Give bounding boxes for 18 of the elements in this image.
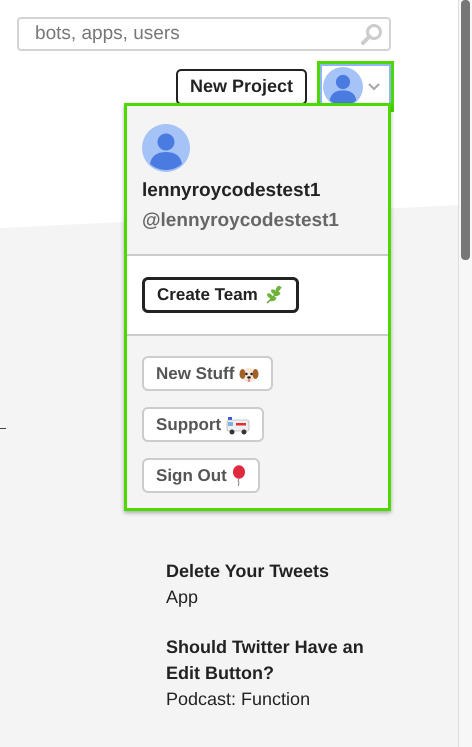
user-handle: @lennyroycodestest1 — [142, 210, 340, 232]
new-project-button[interactable]: New Project — [176, 68, 308, 104]
menu-link[interactable]: Sign Out — [142, 458, 260, 493]
menu-link[interactable]: Support — [142, 407, 264, 442]
menu-link[interactable]: New Stuff — [142, 356, 274, 391]
user-name: lennyroycodestest1 — [142, 180, 322, 202]
ambulance-icon — [226, 414, 250, 434]
avatar-icon — [142, 124, 190, 172]
item-type: Podcast: Function — [166, 688, 312, 711]
scrollbar-thumb[interactable] — [461, 0, 470, 260]
search-icon — [361, 23, 383, 45]
create-team-button[interactable]: Create Team — [142, 277, 299, 313]
search-field[interactable]: bots, apps, users — [17, 17, 391, 51]
balloon-icon — [232, 464, 246, 486]
item-title[interactable]: Delete Your Tweets — [166, 558, 381, 584]
item-title[interactable]: Should Twitter Have an Edit Button? — [166, 634, 381, 686]
chevron-down-icon — [367, 82, 382, 91]
item-type: App — [166, 586, 200, 609]
